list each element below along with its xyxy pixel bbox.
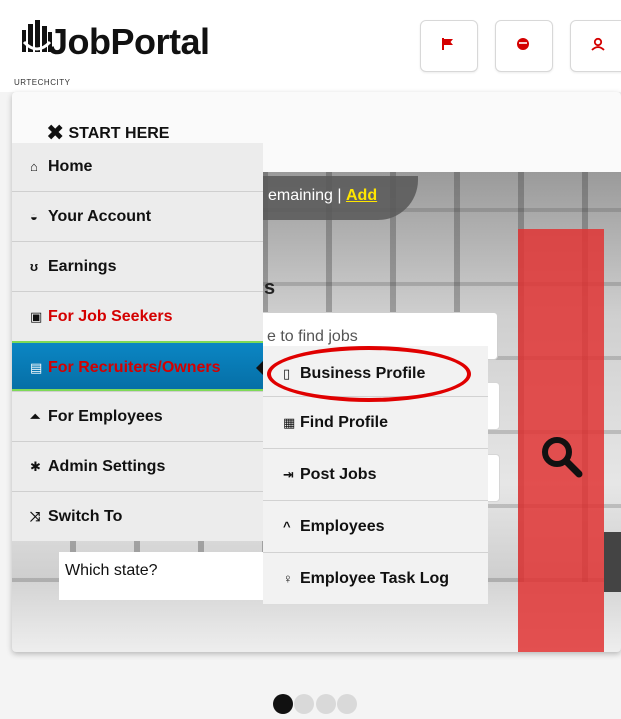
start-menu: ⌂ Home ◒ Your Account ʊ Earnings ▣ For Job S… [12, 143, 264, 541]
flag-icon [442, 38, 453, 50]
submenu-item-label: Find Profile [300, 414, 388, 431]
state-input[interactable]: Which state? [59, 552, 271, 600]
hero-title: s [264, 277, 276, 299]
side-strip [604, 532, 621, 592]
add-link[interactable]: Add [346, 187, 377, 204]
carousel-dot[interactable] [294, 694, 315, 714]
menu-item-employees[interactable]: ⏶ For Employees [12, 391, 263, 441]
menu-item-label: Earnings [48, 258, 117, 275]
submenu-item-label: Employees [300, 518, 385, 535]
search-icon [542, 437, 583, 478]
menu-item-switch-to[interactable]: ⤨ Switch To [12, 491, 263, 541]
earnings-icon: ʊ [30, 259, 39, 274]
menu-item-home[interactable]: ⌂ Home [12, 143, 263, 191]
submenu-item-label: Post Jobs [300, 466, 377, 483]
menu-item-label: For Employees [48, 408, 163, 425]
submenu-item-find-profile[interactable]: ▦ Find Profile [263, 396, 488, 448]
employees-icon: ⏶ [30, 409, 41, 424]
user-icon [591, 37, 605, 51]
carousel-dot[interactable] [315, 694, 336, 714]
submenu-item-employee-task-log[interactable]: ♀ Employee Task Log [263, 552, 488, 604]
lightbulb-icon: ♀ [283, 571, 293, 586]
menu-item-label: For Recruiters/Owners [48, 359, 221, 376]
brand-logo[interactable]: JobPortal URTECHCITY [14, 18, 234, 87]
menu-item-admin-settings[interactable]: ✱ Admin Settings [12, 441, 263, 491]
gear-icon: ✱ [30, 459, 41, 474]
post-jobs-icon: ⇥ [283, 467, 294, 482]
account-button[interactable] [495, 20, 553, 72]
carousel-dot[interactable] [273, 694, 293, 714]
submenu-item-business-profile[interactable]: ▯ Business Profile [263, 346, 488, 396]
shuffle-icon: ⤨ [30, 509, 41, 524]
carousel-indicators [273, 694, 358, 716]
menu-item-your-account[interactable]: ◒ Your Account [12, 191, 263, 241]
recruiters-submenu: ▯ Business Profile ▦ Find Profile ⇥ Post Jo… [263, 346, 488, 604]
chevron-up-icon: ^ [283, 519, 291, 534]
user-button[interactable] [570, 20, 621, 72]
job-seekers-icon: ▣ [30, 309, 43, 324]
brand-subtitle: URTECHCITY [14, 78, 71, 87]
submenu-item-post-jobs[interactable]: ⇥ Post Jobs [263, 448, 488, 500]
start-here-text: START HERE [68, 125, 170, 142]
menu-item-label: Your Account [48, 208, 152, 225]
brand-name: JobPortal [48, 21, 210, 62]
menu-item-earnings[interactable]: ʊ Earnings [12, 241, 263, 291]
submenu-item-label: Employee Task Log [300, 570, 450, 587]
remaining-text: emaining | [268, 187, 346, 204]
home-icon: ⌂ [30, 159, 38, 174]
menu-item-label: Admin Settings [48, 458, 166, 475]
account-icon: ◒ [30, 209, 38, 224]
find-profile-icon: ▦ [283, 415, 296, 430]
carousel-dot[interactable] [337, 694, 358, 714]
submenu-item-label: Business Profile [300, 365, 426, 382]
menu-item-recruiters-owners[interactable]: ▤ For Recruiters/Owners [12, 341, 264, 391]
search-button[interactable] [518, 229, 604, 652]
menu-item-label: Switch To [48, 508, 123, 525]
menu-item-label: Home [48, 158, 93, 175]
business-profile-icon: ▯ [283, 366, 291, 381]
recruiters-icon: ▤ [30, 360, 43, 375]
close-icon[interactable]: ✖ [46, 120, 64, 145]
account-icon [517, 38, 529, 50]
flag-button[interactable] [420, 20, 478, 72]
app-header: JobPortal URTECHCITY [0, 0, 621, 92]
submenu-item-employees[interactable]: ^ Employees [263, 500, 488, 552]
menu-item-label: For Job Seekers [48, 308, 173, 325]
menu-item-job-seekers[interactable]: ▣ For Job Seekers [12, 291, 263, 341]
